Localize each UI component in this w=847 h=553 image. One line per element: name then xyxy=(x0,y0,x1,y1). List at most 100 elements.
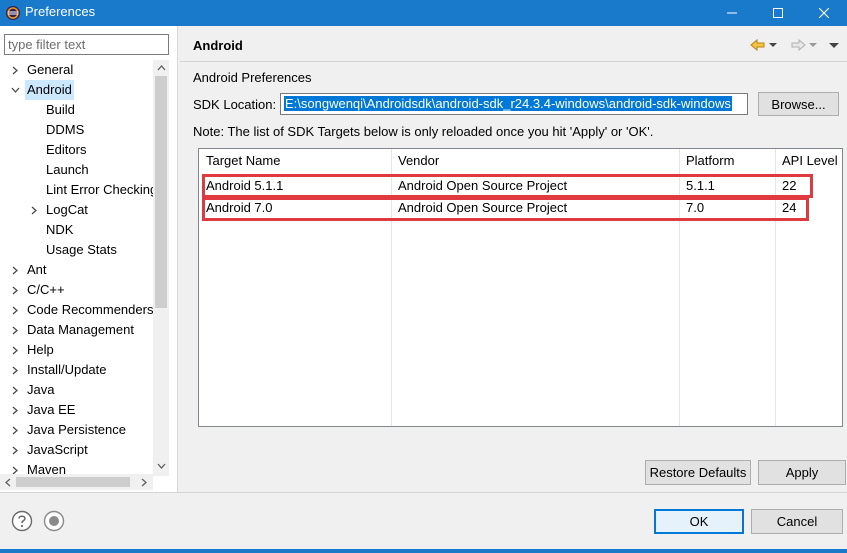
minimize-icon xyxy=(727,12,737,14)
chevron-right-icon[interactable] xyxy=(10,300,20,320)
tree-item-c-cpp[interactable]: C/C++ xyxy=(0,280,154,300)
tree-item-label: C/C++ xyxy=(27,282,65,297)
chevron-right-icon[interactable] xyxy=(10,320,20,340)
column-header-platform[interactable]: Platform xyxy=(679,149,775,173)
tree-item-label: Launch xyxy=(46,162,89,177)
ok-label: OK xyxy=(689,514,709,529)
sdk-location-value: E:\songwenqi\Androidsdk\android-sdk_r24.… xyxy=(284,96,732,111)
column-header-vendor[interactable]: Vendor xyxy=(391,149,679,173)
tree-item-label: General xyxy=(27,62,74,77)
table-row-highlight xyxy=(202,197,809,221)
cancel-button[interactable]: Cancel xyxy=(751,509,843,534)
window-bottom-border xyxy=(0,549,847,553)
record-macro-icon[interactable] xyxy=(43,510,65,532)
tree-item-ddms[interactable]: DDMS xyxy=(0,120,154,140)
chevron-right-icon[interactable] xyxy=(10,340,20,360)
chevron-right-icon[interactable] xyxy=(10,360,20,380)
tree-item-label: Java xyxy=(27,382,55,397)
forward-dropdown-icon[interactable] xyxy=(809,41,817,49)
tree-item-ant[interactable]: Ant xyxy=(0,260,154,280)
tree-item-help[interactable]: Help xyxy=(0,340,154,360)
tree-item-label: JavaScript xyxy=(27,442,88,457)
tree-item-usage-stats[interactable]: Usage Stats xyxy=(0,240,154,260)
chevron-right-icon[interactable] xyxy=(10,280,20,300)
header-divider xyxy=(180,61,847,62)
filter-input[interactable] xyxy=(4,34,169,55)
chevron-right-icon[interactable] xyxy=(10,380,20,400)
tree-item-label: Ant xyxy=(27,262,47,277)
tree-item-label: Install/Update xyxy=(27,362,107,377)
tree-item-data-management[interactable]: Data Management xyxy=(0,320,154,340)
chevron-right-icon[interactable] xyxy=(10,440,20,460)
scroll-left-arrow-icon[interactable] xyxy=(0,474,16,490)
tree-item-logcat[interactable]: LogCat xyxy=(0,200,154,220)
apply-label: Apply xyxy=(785,465,819,480)
chevron-right-icon[interactable] xyxy=(10,260,20,280)
tree-item-label: Android xyxy=(25,80,74,100)
tree-item-java[interactable]: Java xyxy=(0,380,154,400)
tree-item-java-persistence[interactable]: Java Persistence xyxy=(0,420,154,440)
tree-item-lint-error-checking[interactable]: Lint Error Checking xyxy=(0,180,154,200)
view-menu-icon[interactable] xyxy=(829,41,839,49)
column-header-api-level[interactable]: API Level xyxy=(775,149,842,173)
tree-item-build[interactable]: Build xyxy=(0,100,154,120)
page-title: Android xyxy=(193,38,243,53)
tree-item-label: NDK xyxy=(46,222,74,237)
back-arrow-icon[interactable] xyxy=(750,37,766,53)
scroll-right-arrow-icon[interactable] xyxy=(136,474,152,490)
tree-item-label: Data Management xyxy=(27,322,134,337)
maximize-button[interactable] xyxy=(755,0,801,26)
browse-button[interactable]: Browse... xyxy=(758,92,839,116)
chevron-right-icon[interactable] xyxy=(29,200,39,220)
tree-item-install-update[interactable]: Install/Update xyxy=(0,360,154,380)
tree-item-label: Build xyxy=(46,102,75,117)
sdk-targets-table[interactable]: Target Name Vendor Platform API Level An… xyxy=(198,148,843,427)
tree-item-label: Usage Stats xyxy=(46,242,117,257)
window-title: Preferences xyxy=(25,4,96,19)
scroll-up-arrow-icon[interactable] xyxy=(153,60,169,76)
restore-defaults-label: Restore Defaults xyxy=(649,465,747,480)
minimize-button[interactable] xyxy=(709,0,755,26)
restore-defaults-button[interactable]: Restore Defaults xyxy=(645,460,751,485)
tree-item-label: Lint Error Checking xyxy=(46,182,154,197)
reload-note: Note: The list of SDK Targets below is o… xyxy=(193,124,654,139)
chevron-right-icon[interactable] xyxy=(10,420,20,440)
close-icon xyxy=(819,8,829,18)
tree-horizontal-scroll-thumb[interactable] xyxy=(16,477,130,487)
chevron-down-icon[interactable] xyxy=(10,80,20,100)
sdk-location-input[interactable]: E:\songwenqi\Androidsdk\android-sdk_r24.… xyxy=(280,93,748,115)
column-header-target-name[interactable]: Target Name xyxy=(199,149,391,173)
tree-item-javascript[interactable]: JavaScript xyxy=(0,440,154,460)
apply-button[interactable]: Apply xyxy=(758,460,846,485)
tree-item-label: LogCat xyxy=(46,202,88,217)
back-dropdown-icon[interactable] xyxy=(769,41,777,49)
eclipse-app-icon xyxy=(6,6,20,20)
close-button[interactable] xyxy=(801,0,847,26)
scroll-down-arrow-icon[interactable] xyxy=(153,458,169,474)
help-icon[interactable] xyxy=(11,510,33,532)
chevron-right-icon[interactable] xyxy=(10,60,20,80)
tree-item-label: Editors xyxy=(46,142,87,157)
ok-button[interactable]: OK xyxy=(654,509,744,534)
tree-item-android[interactable]: Android xyxy=(0,80,154,100)
section-heading: Android Preferences xyxy=(193,70,312,85)
tree-item-label: Help xyxy=(27,342,54,357)
tree-item-general[interactable]: General xyxy=(0,60,154,80)
tree-item-editors[interactable]: Editors xyxy=(0,140,154,160)
chevron-right-icon[interactable] xyxy=(10,400,20,420)
tree-item-label: Java Persistence xyxy=(27,422,126,437)
tree-item-launch[interactable]: Launch xyxy=(0,160,154,180)
tree-item-java-ee[interactable]: Java EE xyxy=(0,400,154,420)
tree-item-ndk[interactable]: NDK xyxy=(0,220,154,240)
preferences-tree: General Android Build DDMS Editors Launc… xyxy=(0,60,154,476)
footer-divider xyxy=(0,492,847,493)
table-row-highlight xyxy=(202,174,813,198)
sdk-location-label: SDK Location: xyxy=(193,97,277,112)
tree-item-code-recommenders[interactable]: Code Recommenders xyxy=(0,300,154,320)
maximize-icon xyxy=(773,8,783,18)
tree-vertical-scroll-thumb[interactable] xyxy=(155,76,167,308)
forward-arrow-icon[interactable] xyxy=(790,37,806,53)
tree-item-label: DDMS xyxy=(46,122,85,137)
tree-item-label: Java EE xyxy=(27,402,76,417)
tree-item-label: Code Recommenders xyxy=(27,302,154,317)
